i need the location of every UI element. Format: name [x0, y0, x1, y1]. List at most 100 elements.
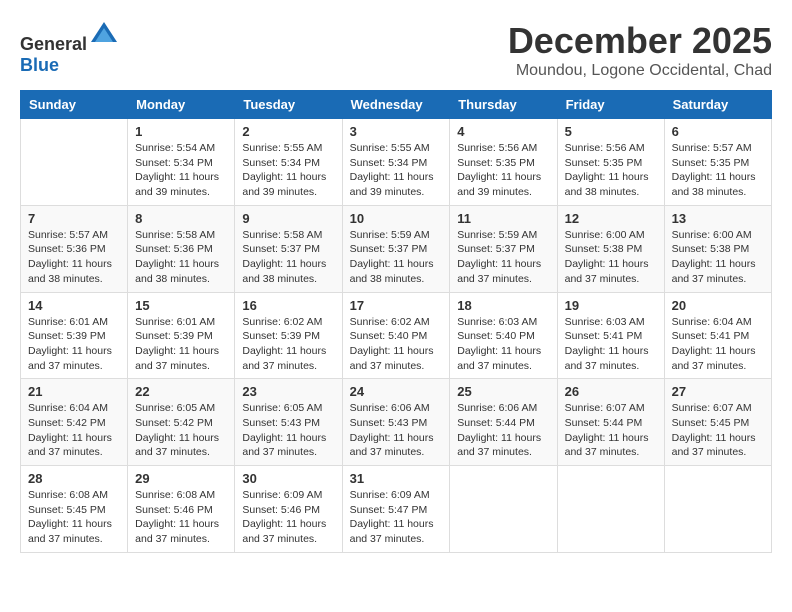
calendar-cell: 7 Sunrise: 5:57 AM Sunset: 5:36 PM Daylig…: [21, 205, 128, 292]
day-info: Sunrise: 6:04 AM Sunset: 5:41 PM Dayligh…: [672, 315, 764, 374]
calendar-cell: 28 Sunrise: 6:08 AM Sunset: 5:45 PM Dayli…: [21, 466, 128, 553]
day-number: 25: [457, 384, 549, 399]
day-number: 12: [565, 211, 657, 226]
day-info: Sunrise: 6:04 AM Sunset: 5:42 PM Dayligh…: [28, 401, 120, 460]
day-info: Sunrise: 6:05 AM Sunset: 5:43 PM Dayligh…: [242, 401, 334, 460]
location-title: Moundou, Logone Occidental, Chad: [508, 62, 772, 80]
day-info: Sunrise: 5:57 AM Sunset: 5:35 PM Dayligh…: [672, 141, 764, 200]
calendar-cell: [450, 466, 557, 553]
title-section: December 2025 Moundou, Logone Occidental…: [508, 20, 772, 80]
calendar-cell: 1Sunrise: 5:54 AM Sunset: 5:34 PM Daylig…: [128, 119, 235, 206]
calendar-cell: 23 Sunrise: 6:05 AM Sunset: 5:43 PM Dayli…: [235, 379, 342, 466]
logo-icon: [89, 20, 119, 50]
calendar-week-row: 1Sunrise: 5:54 AM Sunset: 5:34 PM Daylig…: [21, 119, 772, 206]
calendar-cell: 2 Sunrise: 5:55 AM Sunset: 5:34 PM Daylig…: [235, 119, 342, 206]
calendar-cell: 15 Sunrise: 6:01 AM Sunset: 5:39 PM Dayli…: [128, 292, 235, 379]
calendar-cell: 21 Sunrise: 6:04 AM Sunset: 5:42 PM Dayli…: [21, 379, 128, 466]
calendar-cell: [557, 466, 664, 553]
day-number: 21: [28, 384, 120, 399]
day-info: Sunrise: 6:08 AM Sunset: 5:46 PM Dayligh…: [135, 488, 227, 547]
day-info: Sunrise: 6:02 AM Sunset: 5:39 PM Dayligh…: [242, 315, 334, 374]
calendar-cell: 14Sunrise: 6:01 AM Sunset: 5:39 PM Dayli…: [21, 292, 128, 379]
day-number: 6: [672, 124, 764, 139]
calendar-week-row: 21 Sunrise: 6:04 AM Sunset: 5:42 PM Dayli…: [21, 379, 772, 466]
logo: General Blue: [20, 20, 119, 76]
day-info: Sunrise: 6:02 AM Sunset: 5:40 PM Dayligh…: [350, 315, 443, 374]
day-info: Sunrise: 5:57 AM Sunset: 5:36 PM Dayligh…: [28, 228, 120, 287]
calendar-cell: 18Sunrise: 6:03 AM Sunset: 5:40 PM Dayli…: [450, 292, 557, 379]
day-info: Sunrise: 6:06 AM Sunset: 5:43 PM Dayligh…: [350, 401, 443, 460]
calendar-cell: 27Sunrise: 6:07 AM Sunset: 5:45 PM Dayli…: [664, 379, 771, 466]
page-header: General Blue December 2025 Moundou, Logo…: [20, 20, 772, 80]
calendar-header-row: SundayMondayTuesdayWednesdayThursdayFrid…: [21, 91, 772, 119]
day-number: 4: [457, 124, 549, 139]
day-info: Sunrise: 5:55 AM Sunset: 5:34 PM Dayligh…: [350, 141, 443, 200]
calendar-cell: 5Sunrise: 5:56 AM Sunset: 5:35 PM Daylig…: [557, 119, 664, 206]
day-info: Sunrise: 6:01 AM Sunset: 5:39 PM Dayligh…: [135, 315, 227, 374]
calendar-cell: 4 Sunrise: 5:56 AM Sunset: 5:35 PM Daylig…: [450, 119, 557, 206]
day-number: 8: [135, 211, 227, 226]
day-info: Sunrise: 5:59 AM Sunset: 5:37 PM Dayligh…: [457, 228, 549, 287]
day-info: Sunrise: 6:09 AM Sunset: 5:46 PM Dayligh…: [242, 488, 334, 547]
day-info: Sunrise: 6:00 AM Sunset: 5:38 PM Dayligh…: [565, 228, 657, 287]
day-info: Sunrise: 5:59 AM Sunset: 5:37 PM Dayligh…: [350, 228, 443, 287]
logo-general: General: [20, 34, 87, 54]
calendar-cell: 9 Sunrise: 5:58 AM Sunset: 5:37 PM Daylig…: [235, 205, 342, 292]
calendar-cell: [21, 119, 128, 206]
day-number: 28: [28, 471, 120, 486]
day-number: 11: [457, 211, 549, 226]
calendar-header-wednesday: Wednesday: [342, 91, 450, 119]
day-number: 7: [28, 211, 120, 226]
calendar-cell: 3 Sunrise: 5:55 AM Sunset: 5:34 PM Daylig…: [342, 119, 450, 206]
day-number: 2: [242, 124, 334, 139]
calendar-cell: 8 Sunrise: 5:58 AM Sunset: 5:36 PM Daylig…: [128, 205, 235, 292]
day-info: Sunrise: 5:55 AM Sunset: 5:34 PM Dayligh…: [242, 141, 334, 200]
day-number: 20: [672, 298, 764, 313]
day-number: 13: [672, 211, 764, 226]
calendar-cell: 26 Sunrise: 6:07 AM Sunset: 5:44 PM Dayli…: [557, 379, 664, 466]
logo-text: General Blue: [20, 20, 119, 76]
calendar-cell: 29Sunrise: 6:08 AM Sunset: 5:46 PM Dayli…: [128, 466, 235, 553]
calendar-week-row: 28 Sunrise: 6:08 AM Sunset: 5:45 PM Dayli…: [21, 466, 772, 553]
day-number: 31: [350, 471, 443, 486]
calendar-cell: 22Sunrise: 6:05 AM Sunset: 5:42 PM Dayli…: [128, 379, 235, 466]
calendar-cell: 16Sunrise: 6:02 AM Sunset: 5:39 PM Dayli…: [235, 292, 342, 379]
day-info: Sunrise: 6:05 AM Sunset: 5:42 PM Dayligh…: [135, 401, 227, 460]
calendar-week-row: 7 Sunrise: 5:57 AM Sunset: 5:36 PM Daylig…: [21, 205, 772, 292]
day-info: Sunrise: 6:07 AM Sunset: 5:44 PM Dayligh…: [565, 401, 657, 460]
day-info: Sunrise: 6:08 AM Sunset: 5:45 PM Dayligh…: [28, 488, 120, 547]
day-number: 10: [350, 211, 443, 226]
day-number: 15: [135, 298, 227, 313]
day-info: Sunrise: 6:00 AM Sunset: 5:38 PM Dayligh…: [672, 228, 764, 287]
calendar-cell: [664, 466, 771, 553]
calendar-cell: 10 Sunrise: 5:59 AM Sunset: 5:37 PM Dayli…: [342, 205, 450, 292]
calendar-cell: 6 Sunrise: 5:57 AM Sunset: 5:35 PM Daylig…: [664, 119, 771, 206]
calendar-cell: 25 Sunrise: 6:06 AM Sunset: 5:44 PM Dayli…: [450, 379, 557, 466]
day-number: 27: [672, 384, 764, 399]
day-number: 1: [135, 124, 227, 139]
calendar-cell: 13 Sunrise: 6:00 AM Sunset: 5:38 PM Dayli…: [664, 205, 771, 292]
day-number: 9: [242, 211, 334, 226]
day-info: Sunrise: 5:58 AM Sunset: 5:36 PM Dayligh…: [135, 228, 227, 287]
day-number: 5: [565, 124, 657, 139]
calendar-header-tuesday: Tuesday: [235, 91, 342, 119]
month-title: December 2025: [508, 20, 772, 62]
calendar-cell: 31 Sunrise: 6:09 AM Sunset: 5:47 PM Dayli…: [342, 466, 450, 553]
calendar-header-saturday: Saturday: [664, 91, 771, 119]
calendar-table: SundayMondayTuesdayWednesdayThursdayFrid…: [20, 90, 772, 553]
calendar-header-thursday: Thursday: [450, 91, 557, 119]
calendar-header-sunday: Sunday: [21, 91, 128, 119]
day-info: Sunrise: 6:03 AM Sunset: 5:40 PM Dayligh…: [457, 315, 549, 374]
calendar-cell: 11 Sunrise: 5:59 AM Sunset: 5:37 PM Dayli…: [450, 205, 557, 292]
calendar-cell: 30Sunrise: 6:09 AM Sunset: 5:46 PM Dayli…: [235, 466, 342, 553]
calendar-cell: 19Sunrise: 6:03 AM Sunset: 5:41 PM Dayli…: [557, 292, 664, 379]
day-info: Sunrise: 6:09 AM Sunset: 5:47 PM Dayligh…: [350, 488, 443, 547]
day-number: 26: [565, 384, 657, 399]
day-number: 17: [350, 298, 443, 313]
day-number: 23: [242, 384, 334, 399]
day-number: 3: [350, 124, 443, 139]
day-info: Sunrise: 5:58 AM Sunset: 5:37 PM Dayligh…: [242, 228, 334, 287]
day-number: 19: [565, 298, 657, 313]
day-info: Sunrise: 6:06 AM Sunset: 5:44 PM Dayligh…: [457, 401, 549, 460]
day-info: Sunrise: 5:56 AM Sunset: 5:35 PM Dayligh…: [457, 141, 549, 200]
